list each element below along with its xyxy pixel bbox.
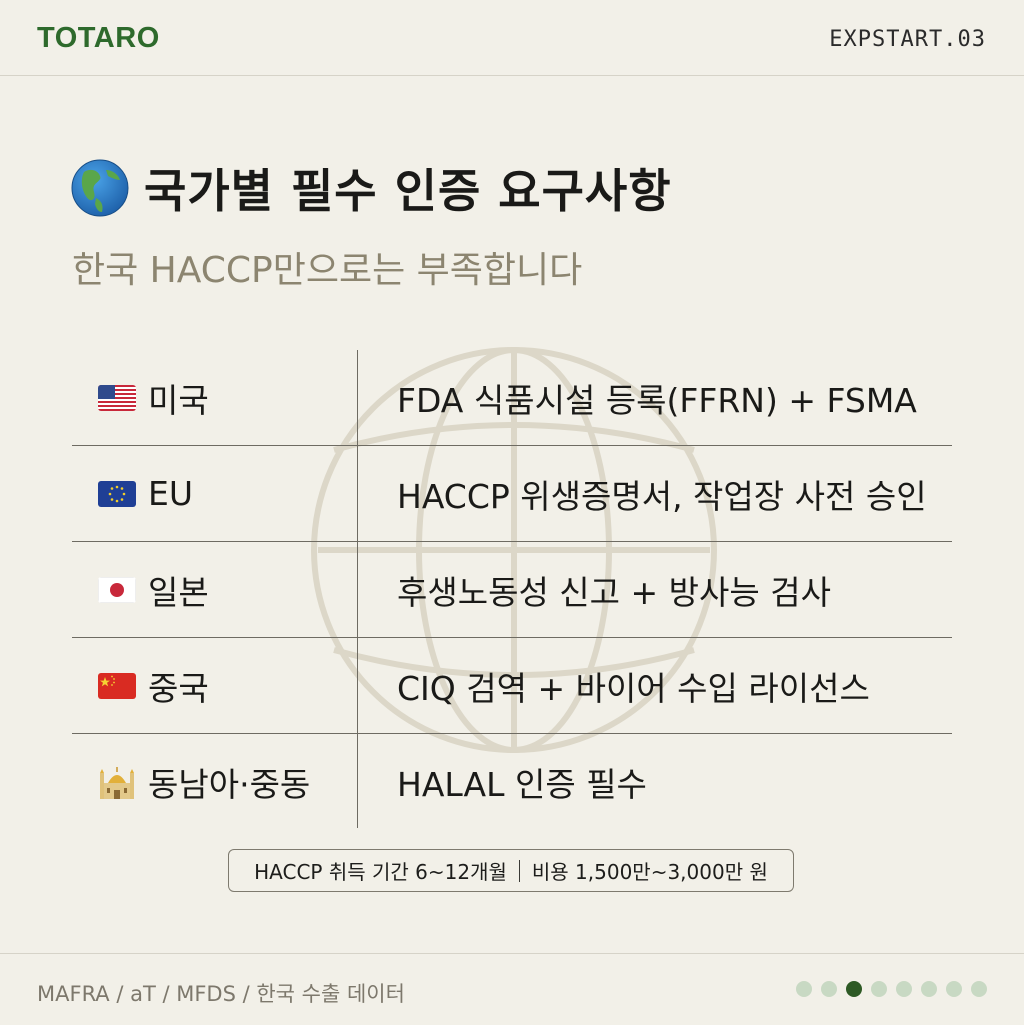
us-flag-icon: [98, 384, 136, 411]
country-cell: EU: [98, 446, 193, 541]
globe-icon: [71, 159, 129, 217]
requirement-cell: HACCP 위생증명서, 작업장 사전 승인: [397, 476, 927, 516]
requirement-cell: FDA 식품시설 등록(FFRN) + FSMA: [397, 380, 917, 420]
requirements-table: 미국 FDA 식품시설 등록(FFRN) + FSMA EU HACCP 위생증…: [72, 350, 952, 829]
country-name: EU: [148, 474, 194, 513]
eu-flag-icon: [98, 480, 136, 507]
mosque-icon: [100, 766, 134, 799]
page-subtitle: 한국 HACCP만으로는 부족합니다: [72, 250, 583, 291]
requirement-cell: 후생노동성 신고 + 방사능 검사: [397, 572, 831, 612]
table-row: 중국 CIQ 검역 + 바이어 수입 라이선스: [72, 638, 952, 734]
page-dot[interactable]: [871, 981, 887, 997]
requirement-cell: CIQ 검역 + 바이어 수입 라이선스: [397, 668, 870, 708]
country-cell: 미국: [98, 350, 209, 445]
table-row: 미국 FDA 식품시설 등록(FFRN) + FSMA: [72, 350, 952, 446]
table-row: 일본 후생노동성 신고 + 방사능 검사: [72, 542, 952, 638]
title-block: 국가별 필수 인증 요구사항: [70, 155, 672, 221]
table-row: 동남아·중동 HALAL 인증 필수: [72, 734, 952, 829]
country-cell: 중국: [98, 638, 209, 733]
country-name: 중국: [148, 668, 209, 708]
brand-logo: TOTARO: [37, 22, 160, 54]
note-duration: HACCP 취득 기간 6~12개월: [254, 860, 507, 884]
pagination-dots: [787, 981, 987, 997]
table-row: EU HACCP 위생증명서, 작업장 사전 승인: [72, 446, 952, 542]
requirement-cell: HALAL 인증 필수: [397, 764, 647, 804]
page-dot[interactable]: [971, 981, 987, 997]
top-bar: TOTARO EXPSTART.03: [0, 0, 1024, 76]
page-dot[interactable]: [921, 981, 937, 997]
page-dot[interactable]: [946, 981, 962, 997]
footer: MAFRA / aT / MFDS / 한국 수출 데이터: [0, 953, 1024, 1025]
country-name: 동남아·중동: [148, 764, 311, 804]
japan-flag-icon: [98, 576, 136, 603]
china-flag-icon: [98, 672, 136, 699]
page-dot[interactable]: [796, 981, 812, 997]
country-name: 미국: [148, 380, 209, 420]
cost-duration-note: HACCP 취득 기간 6~12개월 비용 1,500만~3,000만 원: [228, 849, 794, 892]
note-cost: 비용 1,500만~3,000만 원: [531, 860, 768, 884]
source-text: MAFRA / aT / MFDS / 한국 수출 데이터: [37, 982, 405, 1006]
country-cell: 일본: [98, 542, 209, 637]
page-title: 국가별 필수 인증 요구사항: [144, 164, 672, 218]
note-separator: [518, 859, 520, 882]
country-cell: 동남아·중동: [98, 734, 310, 829]
page-dot[interactable]: [896, 981, 912, 997]
series-code: EXPSTART.03: [829, 27, 986, 52]
page-dot[interactable]: [821, 981, 837, 997]
country-name: 일본: [148, 572, 209, 612]
page-dot-active[interactable]: [846, 981, 862, 997]
